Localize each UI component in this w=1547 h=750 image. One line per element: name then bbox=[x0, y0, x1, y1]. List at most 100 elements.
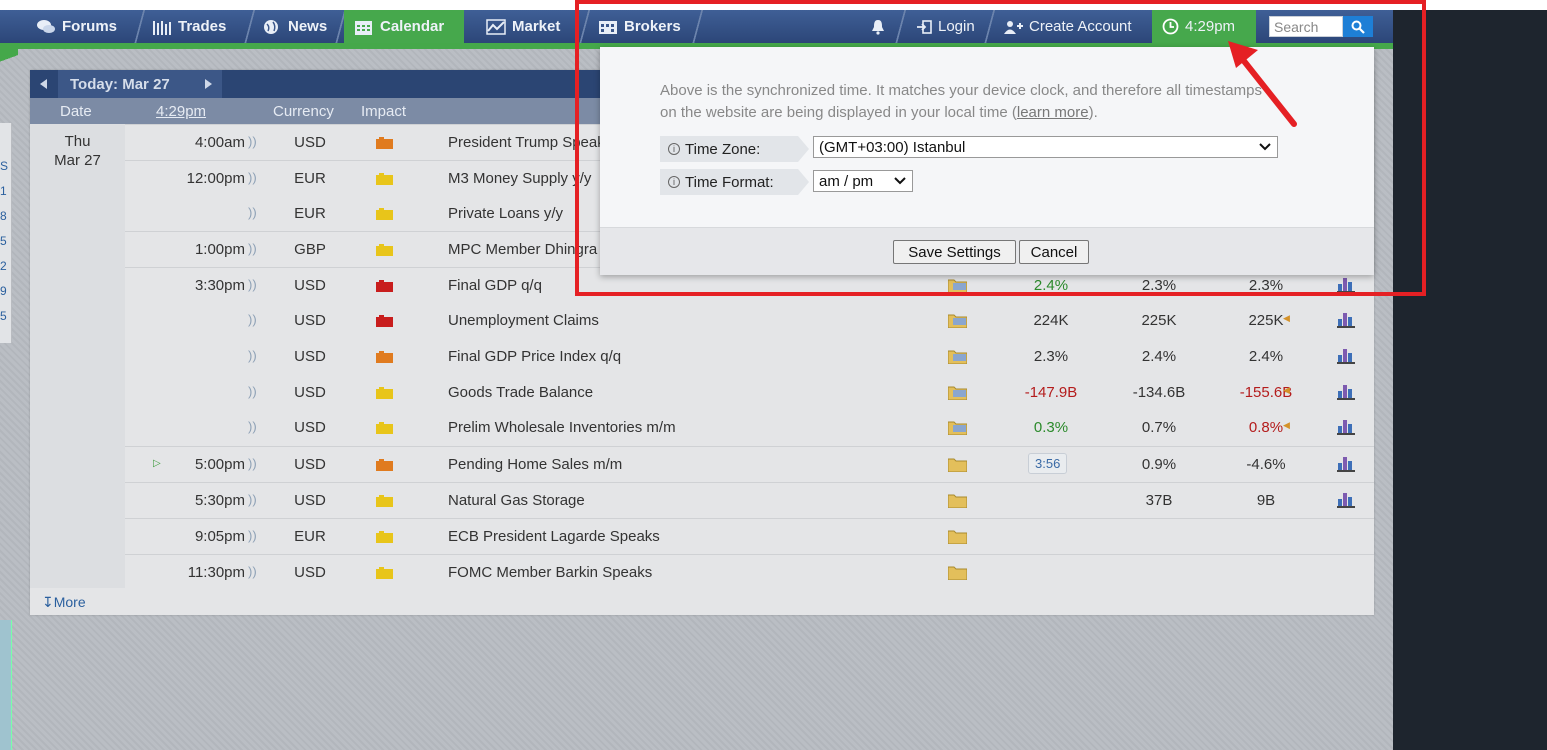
event-currency: USD bbox=[294, 347, 326, 365]
event-forecast: 0.7% bbox=[1141, 419, 1177, 437]
col-date: Date bbox=[60, 103, 92, 120]
nav-trades[interactable]: Trades bbox=[142, 10, 236, 43]
sound-wave-icon: )) bbox=[248, 169, 257, 185]
event-title[interactable]: Final GDP Price Index q/q bbox=[448, 348, 621, 365]
sound-wave-icon: )) bbox=[248, 241, 257, 257]
line-chart-icon bbox=[486, 18, 506, 35]
event-title[interactable]: Unemployment Claims bbox=[448, 312, 599, 329]
event-actual: -147.9B bbox=[1024, 383, 1078, 401]
event-title[interactable]: ECB President Lagarde Speaks bbox=[448, 528, 660, 545]
table-row[interactable]: )) USD Final GDP Price Index q/q 2.3% 2.4% 2.… bbox=[125, 339, 1374, 375]
event-forecast: 2.4% bbox=[1141, 347, 1177, 365]
bar-graph-icon[interactable] bbox=[1337, 347, 1355, 364]
revised-marker-icon: ◀ bbox=[1283, 384, 1290, 395]
date-day: Thu bbox=[64, 133, 91, 150]
event-details-folder-icon[interactable] bbox=[948, 529, 967, 544]
event-title[interactable]: Prelim Wholesale Inventories m/m bbox=[448, 419, 676, 436]
left-edge-digit: 2 bbox=[0, 259, 7, 273]
next-day-button[interactable] bbox=[194, 70, 222, 98]
event-currency: USD bbox=[294, 312, 326, 329]
table-row[interactable]: )) USD Unemployment Claims 224K 225K 225K ◀ bbox=[125, 303, 1374, 339]
impact-folder-icon bbox=[376, 350, 393, 363]
sound-wave-icon: )) bbox=[248, 527, 257, 543]
table-row[interactable]: 9:05pm)) EUR ECB President Lagarde Speaks bbox=[125, 517, 1374, 554]
sound-wave-icon: )) bbox=[248, 492, 257, 507]
more-label: More bbox=[53, 594, 86, 610]
left-edge-digit: 5 bbox=[0, 309, 7, 323]
bar-graph-icon[interactable] bbox=[1337, 418, 1355, 436]
event-currency: USD bbox=[294, 456, 326, 474]
bar-graph-icon[interactable] bbox=[1337, 455, 1355, 473]
impact-folder-icon bbox=[376, 495, 393, 507]
event-title[interactable]: Goods Trade Balance bbox=[448, 384, 593, 401]
event-details-folder-icon[interactable] bbox=[948, 493, 967, 508]
event-title[interactable]: Pending Home Sales m/m bbox=[448, 456, 622, 473]
table-row[interactable]: )) USD Prelim Wholesale Inventories m/m 0.3… bbox=[125, 410, 1374, 446]
sound-wave-icon: )) bbox=[248, 563, 257, 579]
event-title[interactable]: Final GDP q/q bbox=[448, 277, 542, 294]
bar-columns-icon bbox=[153, 20, 171, 35]
impact-folder-icon bbox=[376, 530, 393, 543]
impact-folder-icon bbox=[376, 137, 393, 149]
bar-graph-icon[interactable] bbox=[1337, 311, 1355, 328]
left-edge-digit: S bbox=[0, 159, 9, 173]
sound-wave-icon: )) bbox=[248, 134, 257, 149]
previous-day-button[interactable] bbox=[30, 70, 58, 98]
col-impact: Impact bbox=[361, 103, 407, 120]
nav-market[interactable]: Market bbox=[476, 10, 570, 43]
more-link[interactable]: ↧More bbox=[42, 594, 86, 611]
event-details-folder-icon[interactable] bbox=[948, 457, 967, 473]
sound-wave-icon: )) bbox=[248, 204, 257, 220]
impact-folder-icon bbox=[376, 459, 393, 472]
event-details-folder-icon[interactable] bbox=[948, 349, 967, 364]
left-bottom-widget bbox=[0, 620, 12, 750]
event-title[interactable]: Private Loans y/y bbox=[448, 205, 563, 222]
event-time: 4:00am bbox=[194, 134, 245, 151]
left-edge-digit: 1 bbox=[0, 184, 7, 198]
event-title[interactable]: FOMC Member Barkin Speaks bbox=[448, 564, 652, 581]
nav-forums[interactable]: Forums bbox=[26, 10, 127, 43]
nav-news[interactable]: News bbox=[252, 10, 337, 43]
event-details-folder-icon[interactable] bbox=[948, 565, 967, 580]
event-details-folder-icon[interactable] bbox=[948, 313, 967, 328]
triangle-right-icon bbox=[205, 79, 212, 89]
impact-folder-icon bbox=[376, 315, 393, 327]
annotation-arrow-icon bbox=[1228, 41, 1297, 127]
nav-calendar[interactable]: Calendar bbox=[344, 10, 464, 43]
nav-forums-label: Forums bbox=[62, 18, 118, 35]
nav-market-label: Market bbox=[512, 18, 561, 35]
event-forecast: -134.6B bbox=[1132, 383, 1186, 401]
left-edge-digit: 5 bbox=[0, 234, 7, 248]
sound-wave-icon: )) bbox=[248, 347, 257, 363]
sound-wave-icon: )) bbox=[248, 419, 257, 435]
event-time: 3:30pm bbox=[194, 277, 245, 295]
event-details-folder-icon[interactable] bbox=[948, 420, 967, 436]
event-details-folder-icon[interactable] bbox=[948, 385, 967, 400]
calendar-icon bbox=[355, 20, 372, 35]
table-row[interactable]: 5:30pm)) USD Natural Gas Storage 37B 9B bbox=[125, 482, 1374, 518]
revised-marker-icon: ◀ bbox=[1283, 420, 1290, 431]
event-previous: 2.4% bbox=[1248, 347, 1284, 365]
nav-trades-label: Trades bbox=[178, 18, 227, 35]
date-date: Mar 27 bbox=[54, 152, 101, 169]
sound-wave-icon: )) bbox=[248, 456, 257, 472]
event-forecast: 225K bbox=[1141, 312, 1177, 329]
table-row[interactable]: ▷ 5:00pm)) USD Pending Home Sales m/m 3:56 0.… bbox=[125, 446, 1374, 482]
sound-wave-icon: )) bbox=[248, 312, 257, 327]
bar-graph-icon[interactable] bbox=[1337, 383, 1355, 400]
event-title[interactable]: Natural Gas Storage bbox=[448, 492, 585, 509]
download-arrow-icon: ↧ bbox=[42, 594, 54, 610]
event-title[interactable]: M3 Money Supply y/y bbox=[448, 170, 591, 187]
event-currency: EUR bbox=[294, 527, 326, 545]
table-row[interactable]: 11:30pm)) USD FOMC Member Barkin Speaks bbox=[125, 553, 1374, 590]
event-time: 11:30pm bbox=[187, 563, 245, 581]
event-currency: USD bbox=[294, 134, 326, 151]
col-time[interactable]: 4:29pm bbox=[156, 103, 206, 120]
table-row[interactable]: )) USD Goods Trade Balance -147.9B -134.6B -1… bbox=[125, 375, 1374, 411]
event-currency: USD bbox=[294, 563, 326, 581]
bar-graph-icon[interactable] bbox=[1337, 491, 1355, 508]
event-previous: -155.6B bbox=[1239, 383, 1293, 401]
date-cell: Thu Mar 27 bbox=[30, 124, 125, 588]
nav-green-corner bbox=[0, 43, 18, 83]
left-edge-digit: 9 bbox=[0, 284, 7, 298]
